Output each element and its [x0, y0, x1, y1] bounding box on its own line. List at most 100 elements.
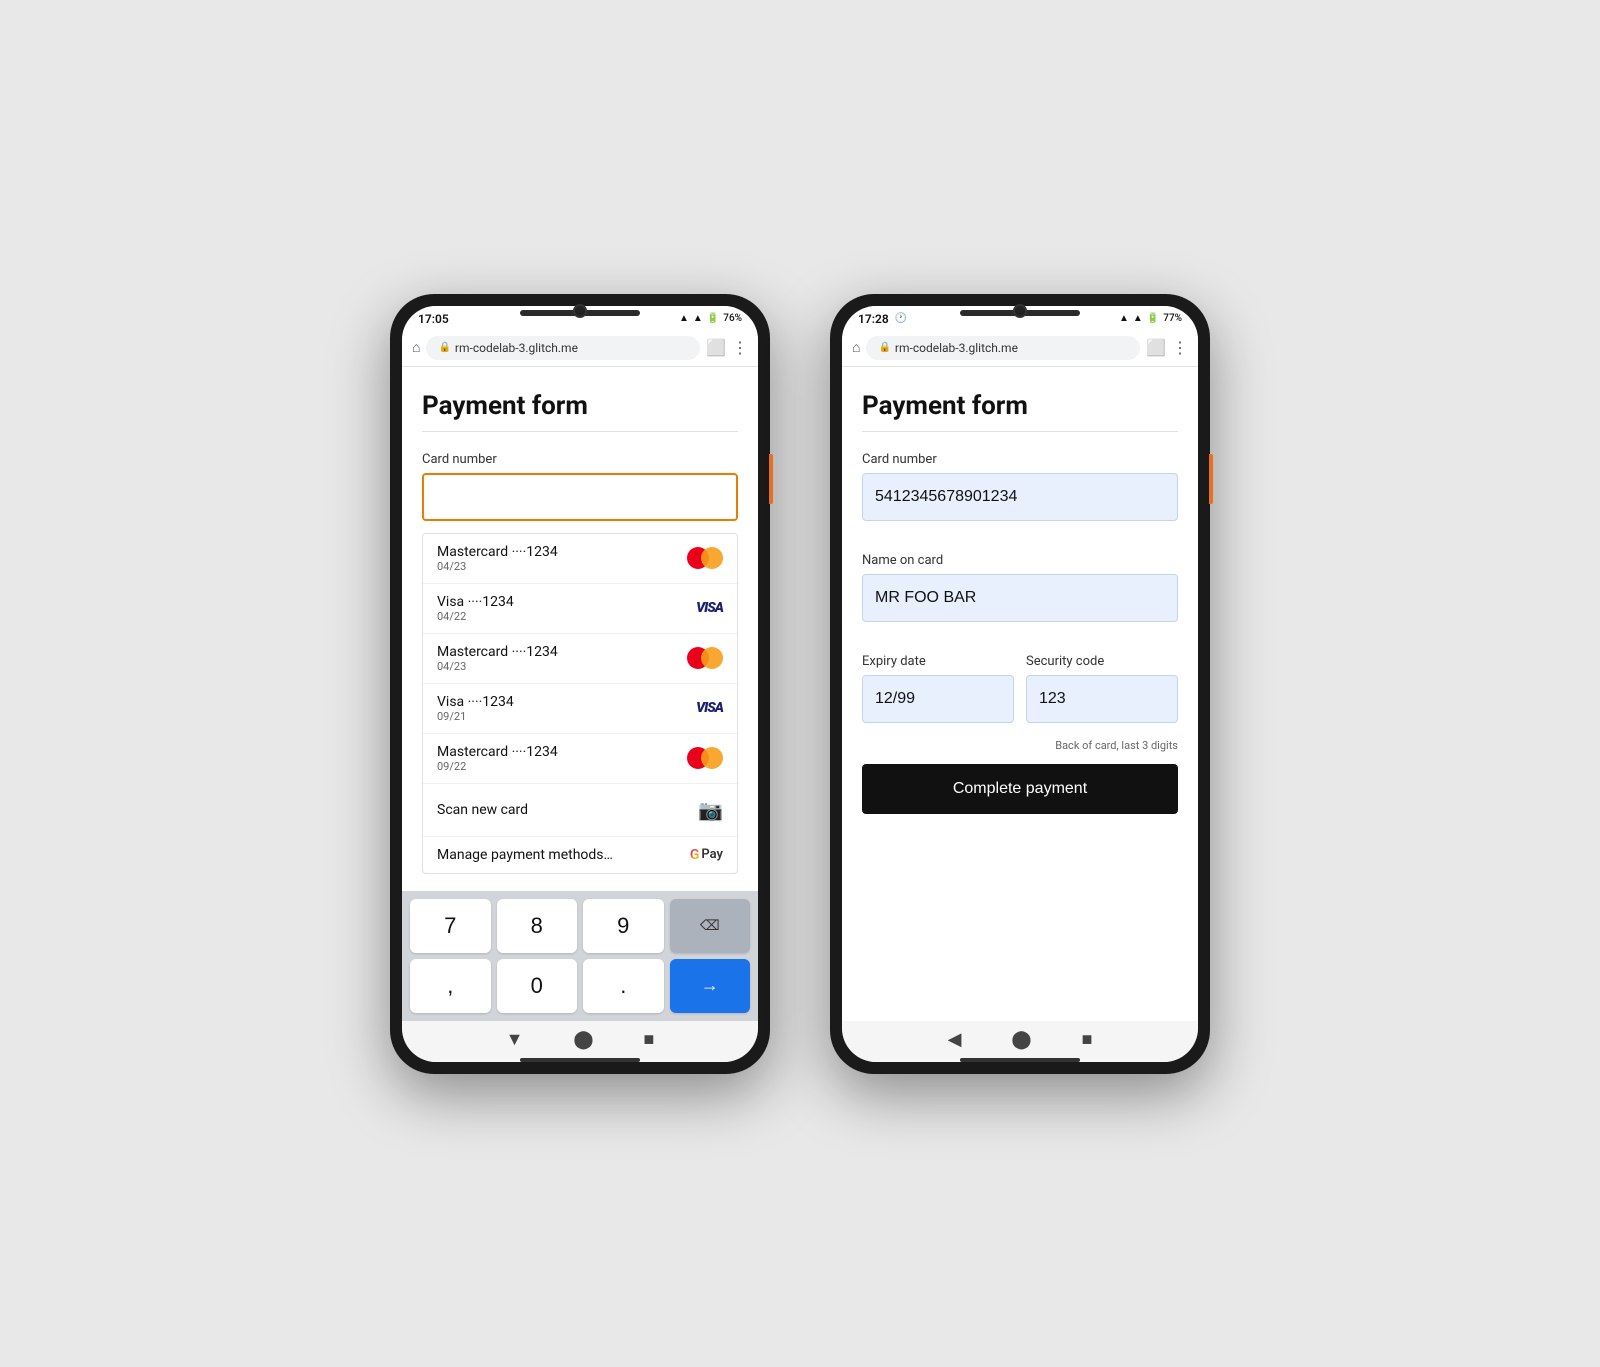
status-icons-left: ▲ ▲ 🔋 76%	[679, 313, 742, 324]
card-info-2: Visa ····1234 04/22	[437, 594, 514, 623]
security-hint: Back of card, last 3 digits	[1026, 739, 1178, 752]
page-title-left: Payment form	[422, 391, 738, 421]
manage-payment-label: Manage payment methods…	[437, 847, 613, 863]
key-comma[interactable]: ,	[410, 959, 491, 1013]
nav-recent-icon-right[interactable]: ■	[1082, 1029, 1093, 1050]
nav-back-icon-left[interactable]: ▼	[506, 1029, 524, 1050]
phone-side-button-left	[769, 454, 773, 504]
card-number-input-right[interactable]	[862, 473, 1178, 521]
menu-icon-left[interactable]: ⋮	[732, 338, 748, 357]
url-bar-right[interactable]: 🔒 rm-codelab-3.glitch.me	[866, 336, 1140, 360]
nav-back-icon-right[interactable]: ◀	[948, 1029, 962, 1050]
camera-icon: 📷	[698, 798, 723, 822]
card-name-2: Visa ····1234	[437, 594, 514, 610]
status-time-right: 17:28	[858, 312, 889, 326]
manage-payment-item[interactable]: Manage payment methods… G Pay	[423, 837, 737, 873]
scan-label: Scan new card	[437, 802, 528, 818]
card-number-label-right: Card number	[862, 452, 1178, 467]
key-next[interactable]: →	[670, 959, 751, 1013]
mastercard-icon-1	[687, 547, 723, 569]
url-text-right: rm-codelab-3.glitch.me	[895, 341, 1018, 355]
left-phone: 17:05 ▲ ▲ 🔋 76% ⌂ 🔒 rm-codelab-3.glitch.…	[390, 294, 770, 1074]
card-expiry-5: 09/22	[437, 760, 558, 773]
signal-icon-left: ▲	[693, 313, 703, 324]
right-phone-screen: 17:28 🕐 ▲ ▲ 🔋 77% ⌂ 🔒 rm-codelab-3.glitc…	[842, 306, 1198, 1062]
card-expiry-3: 04/23	[437, 660, 558, 673]
key-backspace[interactable]: ⌫	[670, 899, 751, 953]
menu-icon-right[interactable]: ⋮	[1172, 338, 1188, 357]
card-name-4: Visa ····1234	[437, 694, 514, 710]
status-icons-right: ▲ ▲ 🔋 77%	[1119, 313, 1182, 324]
nav-home-icon-right[interactable]: ⬤	[1011, 1029, 1031, 1050]
tab-icon-right[interactable]: ⬜	[1146, 338, 1166, 357]
autocomplete-list: Mastercard ····1234 04/23 Visa ····1234 …	[422, 533, 738, 874]
signal-icon-right: ▲	[1133, 313, 1143, 324]
card-info-4: Visa ····1234 09/21	[437, 694, 514, 723]
complete-payment-button[interactable]: Complete payment	[862, 764, 1178, 814]
lock-icon-right: 🔒	[878, 342, 890, 353]
title-divider-left	[422, 431, 738, 432]
security-input[interactable]	[1026, 675, 1178, 723]
key-8[interactable]: 8	[497, 899, 578, 953]
name-on-card-input[interactable]	[862, 574, 1178, 622]
security-col: Security code Back of card, last 3 digit…	[1026, 654, 1178, 752]
nav-recent-icon-left[interactable]: ■	[644, 1029, 655, 1050]
autocomplete-item-1[interactable]: Mastercard ····1234 04/23	[423, 534, 737, 584]
numeric-keyboard: 7 8 9 ⌫ , 0 . →	[402, 891, 758, 1021]
home-icon-right[interactable]: ⌂	[852, 339, 860, 356]
card-number-label-left: Card number	[422, 452, 738, 467]
status-time-left: 17:05	[418, 312, 449, 326]
phone-side-button-right	[1209, 454, 1213, 504]
wifi-icon-left: ▲	[679, 313, 689, 324]
browser-bar-right: ⌂ 🔒 rm-codelab-3.glitch.me ⬜ ⋮	[842, 330, 1198, 367]
battery-pct-left: 76%	[723, 313, 742, 324]
url-text-left: rm-codelab-3.glitch.me	[455, 341, 578, 355]
right-phone-wrapper: 17:28 🕐 ▲ ▲ 🔋 77% ⌂ 🔒 rm-codelab-3.glitc…	[830, 294, 1210, 1074]
phone-camera-right	[1013, 304, 1027, 318]
expiry-col: Expiry date	[862, 654, 1014, 752]
autocomplete-item-3[interactable]: Mastercard ····1234 04/23	[423, 634, 737, 684]
nav-home-icon-left[interactable]: ⬤	[573, 1029, 593, 1050]
card-name-1: Mastercard ····1234	[437, 544, 558, 560]
battery-pct-right: 77%	[1163, 313, 1182, 324]
expiry-input[interactable]	[862, 675, 1014, 723]
url-bar-left[interactable]: 🔒 rm-codelab-3.glitch.me	[426, 336, 700, 360]
autocomplete-item-2[interactable]: Visa ····1234 04/22 VISA	[423, 584, 737, 634]
left-phone-wrapper: 17:05 ▲ ▲ 🔋 76% ⌂ 🔒 rm-codelab-3.glitch.…	[390, 294, 770, 1074]
mastercard-icon-5	[687, 747, 723, 769]
key-dot[interactable]: .	[583, 959, 664, 1013]
expiry-security-row: Expiry date Security code Back of card, …	[862, 654, 1178, 752]
card-name-5: Mastercard ····1234	[437, 744, 558, 760]
visa-icon-4: VISA	[696, 700, 723, 716]
card-info-1: Mastercard ····1234 04/23	[437, 544, 558, 573]
page-title-right: Payment form	[862, 391, 1178, 421]
card-expiry-4: 09/21	[437, 710, 514, 723]
phone-bottom-bar-right	[960, 1058, 1080, 1062]
nav-bar-right: ◀ ⬤ ■	[842, 1021, 1198, 1062]
key-0[interactable]: 0	[497, 959, 578, 1013]
home-icon-left[interactable]: ⌂	[412, 339, 420, 356]
lock-icon-left: 🔒	[438, 342, 450, 353]
battery-icon-right: 🔋	[1147, 313, 1159, 324]
scan-new-card-item[interactable]: Scan new card 📷	[423, 784, 737, 837]
card-info-3: Mastercard ····1234 04/23	[437, 644, 558, 673]
right-phone: 17:28 🕐 ▲ ▲ 🔋 77% ⌂ 🔒 rm-codelab-3.glitc…	[830, 294, 1210, 1074]
name-on-card-group: Name on card	[862, 553, 1178, 634]
browser-bar-left: ⌂ 🔒 rm-codelab-3.glitch.me ⬜ ⋮	[402, 330, 758, 367]
visa-icon-2: VISA	[696, 600, 723, 616]
phone-bottom-bar-left	[520, 1058, 640, 1062]
browser-actions-left: ⬜ ⋮	[706, 338, 748, 357]
browser-actions-right: ⬜ ⋮	[1146, 338, 1188, 357]
card-expiry-1: 04/23	[437, 560, 558, 573]
card-expiry-2: 04/22	[437, 610, 514, 623]
security-label: Security code	[1026, 654, 1178, 669]
key-9[interactable]: 9	[583, 899, 664, 953]
autocomplete-item-4[interactable]: Visa ····1234 09/21 VISA	[423, 684, 737, 734]
phone-camera-left	[573, 304, 587, 318]
card-name-3: Mastercard ····1234	[437, 644, 558, 660]
tab-icon-left[interactable]: ⬜	[706, 338, 726, 357]
key-7[interactable]: 7	[410, 899, 491, 953]
card-number-input-left[interactable]	[422, 473, 738, 521]
wifi-icon-right: ▲	[1119, 313, 1129, 324]
autocomplete-item-5[interactable]: Mastercard ····1234 09/22	[423, 734, 737, 784]
